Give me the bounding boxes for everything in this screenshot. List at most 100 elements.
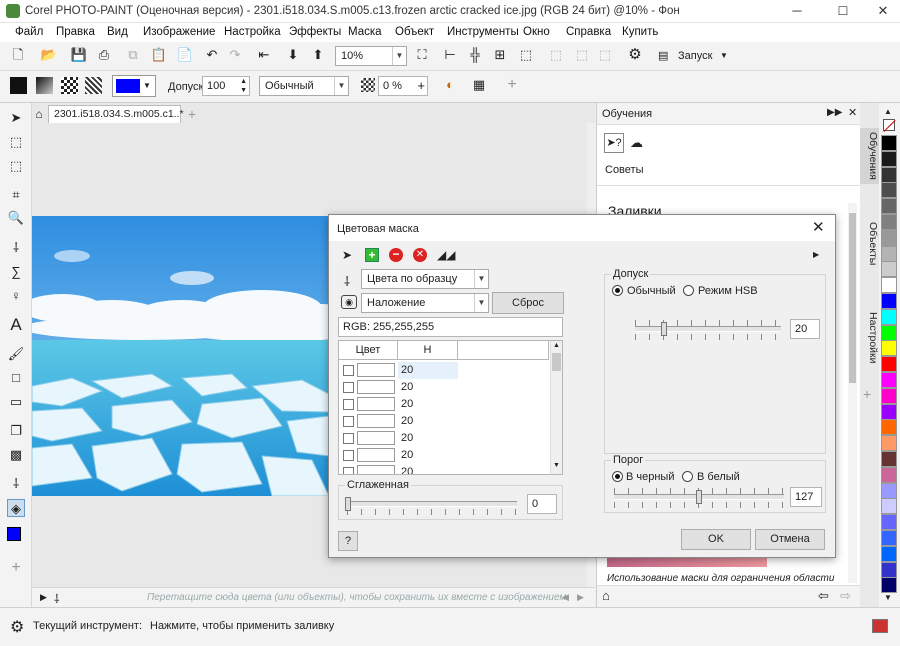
ok-button[interactable]: OK bbox=[681, 529, 751, 550]
chevron-left-icon[interactable]: ◀ bbox=[562, 592, 569, 603]
save-icon[interactable]: 💾 bbox=[70, 46, 88, 64]
row-checkbox[interactable] bbox=[343, 399, 354, 410]
home-icon[interactable]: ⌂ bbox=[602, 588, 610, 603]
paste-new-icon[interactable]: 📄 bbox=[176, 46, 194, 64]
back-icon[interactable]: ⇦ bbox=[818, 588, 829, 604]
redo-icon[interactable]: ↷ bbox=[226, 46, 244, 64]
zoom-select[interactable]: 10% ▼ bbox=[335, 46, 407, 66]
snap-icon[interactable]: ⬚ bbox=[517, 46, 535, 64]
docker-scrollbar[interactable] bbox=[848, 203, 857, 583]
preview-eye-icon[interactable]: ◉ bbox=[341, 295, 357, 309]
mask-transform-icon[interactable]: ⬚ bbox=[7, 157, 25, 175]
row-checkbox[interactable] bbox=[343, 467, 354, 474]
palette-swatch[interactable] bbox=[881, 214, 897, 230]
pick-tool-icon[interactable]: ➤ bbox=[7, 109, 25, 127]
text-tool-icon[interactable]: A bbox=[7, 316, 25, 334]
rectangle-mask-icon[interactable]: ⬚ bbox=[7, 133, 25, 151]
row-checkbox[interactable] bbox=[343, 433, 354, 444]
palette-swatch[interactable] bbox=[881, 387, 897, 404]
row-checkbox[interactable] bbox=[343, 365, 354, 376]
table-row[interactable]: 20 bbox=[339, 430, 546, 447]
palette-swatch[interactable] bbox=[881, 293, 897, 309]
palette-swatch[interactable] bbox=[881, 166, 897, 183]
eyedropper-icon[interactable]: ⸸ bbox=[344, 272, 350, 290]
palette-swatch[interactable] bbox=[881, 561, 897, 578]
palette-down-icon[interactable]: ▼ bbox=[884, 593, 892, 602]
transparency-tool-icon[interactable]: ▩ bbox=[7, 446, 25, 464]
palette-swatch[interactable] bbox=[881, 277, 897, 294]
rectangle-tool-icon[interactable]: □ bbox=[7, 369, 25, 387]
table-scrollbar[interactable]: ▲ ▼ bbox=[550, 341, 562, 474]
to-black-radio[interactable] bbox=[612, 471, 623, 482]
table-row[interactable]: 20 bbox=[339, 413, 546, 430]
palette-swatch[interactable] bbox=[881, 530, 897, 546]
scroll-thumb[interactable] bbox=[552, 353, 561, 371]
menu-image[interactable]: Изображение bbox=[143, 26, 215, 38]
menu-adjust[interactable]: Настройка bbox=[224, 26, 281, 38]
row-checkbox[interactable] bbox=[343, 450, 354, 461]
palette-swatch[interactable] bbox=[881, 245, 897, 262]
stats-icon[interactable]: ◢◢ bbox=[437, 248, 455, 262]
docker-close-icon[interactable]: ✕ bbox=[848, 106, 857, 119]
dialog-close-icon[interactable]: ✕ bbox=[812, 218, 825, 236]
close-button[interactable]: ✕ bbox=[866, 0, 900, 23]
table-row[interactable]: 20 bbox=[339, 396, 546, 413]
zoom-icon[interactable]: 🔍 bbox=[7, 209, 25, 227]
palette-swatch[interactable] bbox=[881, 182, 897, 199]
tab-objects[interactable]: Объекты bbox=[860, 218, 879, 269]
palette-swatch[interactable] bbox=[881, 150, 897, 167]
new-file-icon[interactable]: 🗋 bbox=[9, 46, 27, 64]
chevron-right-icon[interactable]: ▶ bbox=[40, 592, 47, 603]
menu-window[interactable]: Окно bbox=[523, 26, 550, 38]
palette-swatch[interactable] bbox=[881, 372, 897, 388]
spinner-icon[interactable]: ▲ ▼ bbox=[240, 77, 247, 95]
tab-learn[interactable]: Обучения bbox=[860, 128, 879, 184]
table-row[interactable]: 20 bbox=[339, 447, 546, 464]
remove-color-icon[interactable]: − bbox=[389, 248, 403, 262]
row-checkbox[interactable] bbox=[343, 416, 354, 427]
gear-icon[interactable]: ⚙ bbox=[626, 46, 644, 64]
eyedropper-tool-icon[interactable]: ⸸ bbox=[7, 239, 25, 257]
hint-pointer-icon[interactable]: ➤? bbox=[604, 133, 624, 153]
table-row[interactable]: 20 bbox=[339, 379, 546, 396]
table-row[interactable]: 20 bbox=[339, 362, 546, 379]
palette-swatch[interactable] bbox=[881, 324, 897, 341]
palette-swatch[interactable] bbox=[881, 308, 897, 325]
scroll-up-icon[interactable]: ▲ bbox=[553, 342, 560, 349]
rulers-icon[interactable]: ⊢ bbox=[441, 46, 459, 64]
new-tab-icon[interactable]: + bbox=[185, 105, 199, 123]
import-icon[interactable]: ⇤ bbox=[255, 46, 273, 64]
export-up-icon[interactable]: ⬆ bbox=[309, 46, 327, 64]
merge-mode-select[interactable]: Обычный ▼ bbox=[259, 76, 349, 96]
uniform-fill-icon[interactable] bbox=[10, 77, 27, 94]
palette-swatch[interactable] bbox=[881, 577, 897, 594]
fill-color-picker[interactable]: ▼ bbox=[112, 75, 156, 97]
add-color-icon[interactable]: + bbox=[365, 248, 379, 262]
document-image[interactable] bbox=[32, 216, 329, 496]
palette-swatch[interactable] bbox=[881, 514, 897, 531]
crop-icon[interactable]: ⌗ bbox=[7, 186, 25, 204]
palette-swatch[interactable] bbox=[881, 482, 897, 499]
help-button[interactable]: ? bbox=[338, 531, 358, 551]
threshold-value-input[interactable]: 127 bbox=[790, 487, 822, 507]
to-white-radio[interactable] bbox=[682, 471, 693, 482]
transparency-input[interactable]: 0 % + bbox=[378, 76, 428, 96]
paint-tool-icon[interactable]: 🖌 bbox=[7, 345, 25, 363]
palette-swatch[interactable] bbox=[881, 261, 897, 278]
smoothing-slider[interactable] bbox=[347, 501, 517, 507]
undo-icon[interactable]: ↶ bbox=[203, 46, 221, 64]
tolerance-slider-thumb[interactable] bbox=[661, 322, 668, 336]
effect-tool-icon[interactable]: ∑ bbox=[7, 263, 25, 281]
tolerance-value-input[interactable]: 20 bbox=[790, 319, 820, 339]
palette-swatch[interactable] bbox=[881, 498, 897, 515]
fountain-fill-icon[interactable] bbox=[36, 77, 53, 94]
export-down-icon[interactable]: ⬇ bbox=[284, 46, 302, 64]
add-icon[interactable]: + bbox=[503, 76, 521, 94]
palette-swatch[interactable] bbox=[881, 419, 897, 436]
clear-colors-icon[interactable]: ✕ bbox=[413, 248, 427, 262]
palette-swatch[interactable] bbox=[881, 451, 897, 467]
menu-buy[interactable]: Купить bbox=[622, 26, 658, 38]
paste-icon[interactable]: 📋 bbox=[150, 46, 168, 64]
hsb-radio[interactable] bbox=[683, 285, 694, 296]
tab-settings[interactable]: Настройки bbox=[860, 308, 879, 368]
